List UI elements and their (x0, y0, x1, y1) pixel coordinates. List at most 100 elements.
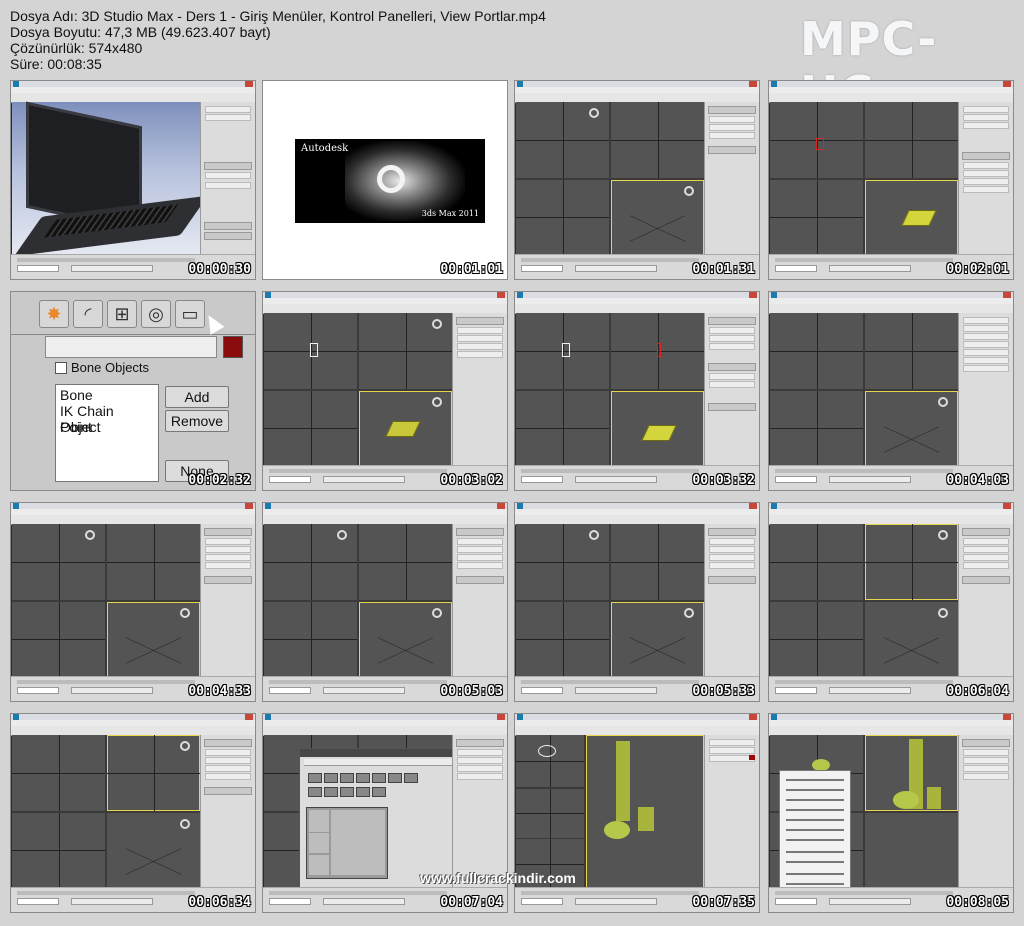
menu-item[interactable] (786, 809, 844, 811)
teapot (603, 821, 630, 839)
menu-item[interactable] (786, 851, 844, 853)
thumbnail-16[interactable]: 00:08:05 (768, 713, 1014, 913)
timestamp: 00:05:03 (440, 684, 503, 699)
menu-item[interactable] (786, 819, 844, 821)
timestamp: 00:02:01 (946, 262, 1009, 277)
timestamp: 00:08:05 (946, 895, 1009, 910)
layout-option[interactable] (356, 773, 370, 783)
yellow-box (385, 420, 421, 437)
category-checkbox[interactable] (55, 362, 67, 374)
layout-option[interactable] (340, 773, 354, 783)
menu-item[interactable] (786, 873, 844, 875)
menu-item[interactable] (786, 861, 844, 863)
thumbnail-12[interactable]: 00:06:04 (768, 502, 1014, 702)
viewcube-icon (589, 108, 599, 118)
teapot (893, 791, 919, 809)
teapot-wire (538, 745, 556, 757)
arc-icon: ◜ (73, 300, 103, 328)
viewcube-icon (684, 185, 694, 196)
layout-option[interactable] (324, 773, 338, 783)
layout-option[interactable] (404, 773, 418, 783)
viewport-configuration-dialog[interactable] (299, 748, 469, 890)
layout-option[interactable] (372, 787, 386, 797)
autodesk-splash: Autodesk 3ds Max 2011 (295, 139, 485, 223)
yellow-box (901, 209, 937, 226)
yellow-pillar (615, 741, 630, 821)
yellow-box (927, 787, 941, 809)
layout-option[interactable] (372, 773, 386, 783)
thumbnail-5[interactable]: ✸ ◜ ⊞ ◎ ▭ Bone Objects Bone IK Chain Obj… (10, 291, 256, 491)
name-field[interactable] (45, 336, 217, 358)
menu-item[interactable] (786, 779, 844, 781)
layout-option[interactable] (340, 787, 354, 797)
viewcube-icon (337, 530, 347, 540)
layout-option[interactable] (388, 773, 402, 783)
dialog-title-bar (300, 749, 468, 757)
timestamp: 00:04:33 (188, 684, 251, 699)
perspective-viewport (12, 101, 208, 257)
viewcube-icon (180, 741, 190, 751)
object-list[interactable]: Bone IK Chain Object Point (55, 384, 159, 482)
zoomed-command-panel: ✸ ◜ ⊞ ◎ ▭ Bone Objects Bone IK Chain Obj… (11, 292, 255, 490)
viewcube-icon (589, 530, 599, 540)
thumbnail-10[interactable]: 00:05:03 (262, 502, 508, 702)
viewcube-icon (432, 396, 442, 407)
splash-product: 3ds Max 2011 (421, 209, 479, 218)
viewport-area (516, 102, 704, 255)
category-title: Bone Objects (71, 360, 150, 375)
list-item[interactable]: Point (60, 419, 92, 435)
list-item[interactable]: Bone (60, 387, 93, 403)
motion-icon: ◎ (141, 300, 171, 328)
cursor-icon (201, 311, 225, 335)
timestamp: 00:06:04 (946, 684, 1009, 699)
hierarchy-icon: ⊞ (107, 300, 137, 328)
splash-brand: Autodesk (301, 143, 349, 154)
viewcube-icon (432, 607, 442, 618)
menu-item[interactable] (786, 799, 844, 801)
timestamp: 00:03:02 (440, 473, 503, 488)
thumbnail-6[interactable]: 00:03:02 (262, 291, 508, 491)
layout-option[interactable] (308, 773, 322, 783)
thumbnail-7[interactable]: 00:03:32 (514, 291, 760, 491)
thumbnail-9[interactable]: 00:04:33 (10, 502, 256, 702)
timestamp: 00:07:04 (440, 895, 503, 910)
thumbnail-13[interactable]: 00:06:34 (10, 713, 256, 913)
timestamp: 00:02:32 (188, 473, 251, 488)
viewcube-icon (180, 818, 190, 829)
remove-button[interactable]: Remove (165, 410, 229, 432)
layout-option[interactable] (308, 787, 322, 797)
timestamp: 00:04:03 (946, 473, 1009, 488)
viewcube-icon (938, 607, 948, 618)
layout-preview (306, 807, 388, 879)
max-logo-icon (377, 165, 405, 193)
viewcube-icon (684, 607, 694, 618)
viewport-label-menu[interactable] (779, 770, 851, 906)
display-icon: ▭ (175, 300, 205, 328)
thumbnail-4[interactable]: 00:02:01 (768, 80, 1014, 280)
menu-item[interactable] (786, 883, 844, 885)
layout-option[interactable] (356, 787, 370, 797)
dialog-tabs[interactable] (304, 759, 464, 766)
timestamp: 00:05:33 (692, 684, 755, 699)
viewcube-icon (85, 530, 95, 540)
viewcube-icon (938, 396, 948, 407)
yellow-box (641, 424, 677, 441)
layout-option[interactable] (324, 787, 338, 797)
thumbnail-1[interactable]: 00:00:30 (10, 80, 256, 280)
timestamp: 00:06:34 (188, 895, 251, 910)
command-panel (200, 102, 255, 255)
menu-item[interactable] (786, 829, 844, 831)
thumbnail-2[interactable]: Autodesk 3ds Max 2011 00:01:01 (262, 80, 508, 280)
thumbnail-3[interactable]: 00:01:31 (514, 80, 760, 280)
timestamp: 00:01:01 (440, 262, 503, 277)
timestamp: 00:03:32 (692, 473, 755, 488)
thumbnail-11[interactable]: 00:05:33 (514, 502, 760, 702)
menu-item[interactable] (786, 839, 844, 841)
yellow-box (637, 807, 654, 831)
timestamp: 00:01:31 (692, 262, 755, 277)
menu-item[interactable] (786, 789, 844, 791)
thumbnail-8[interactable]: 00:04:03 (768, 291, 1014, 491)
asterisk-icon: ✸ (39, 300, 69, 328)
color-swatch[interactable] (223, 336, 243, 358)
add-button[interactable]: Add (165, 386, 229, 408)
